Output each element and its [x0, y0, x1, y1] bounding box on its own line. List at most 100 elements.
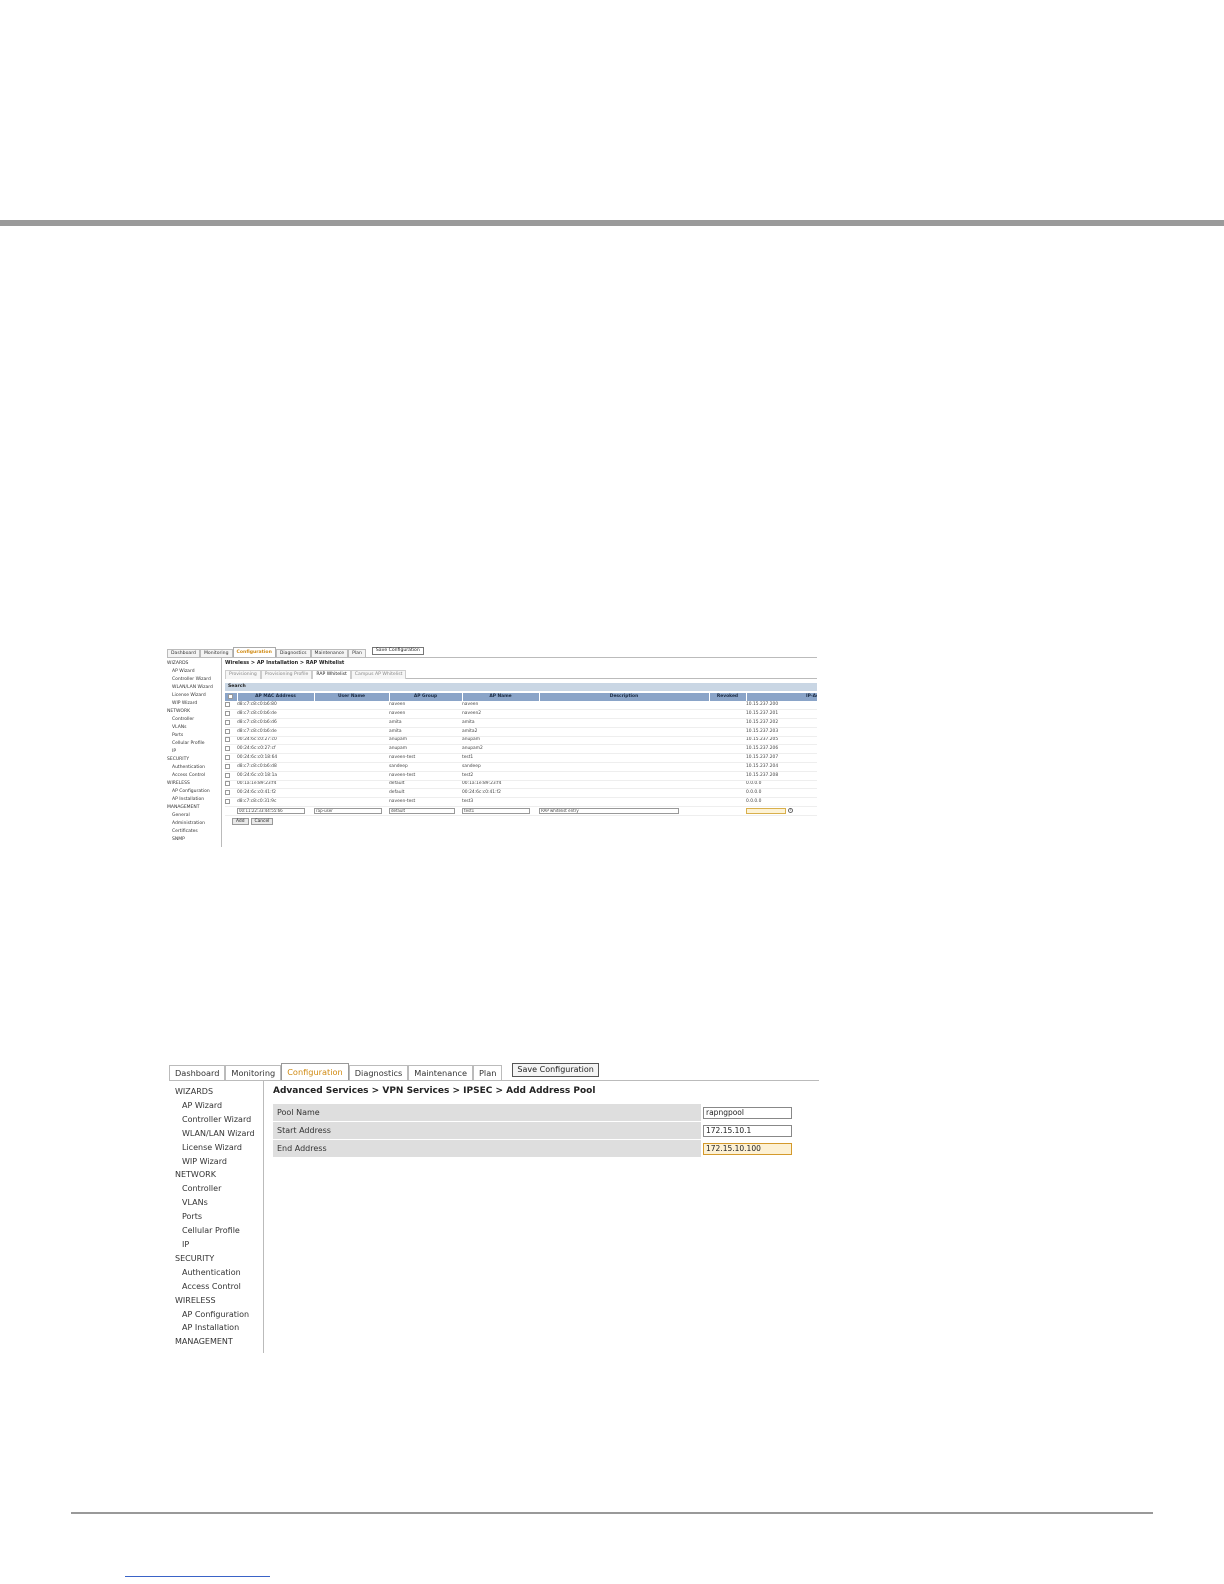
row-checkbox[interactable]: [225, 718, 237, 728]
cancel-button[interactable]: Cancel: [250, 817, 274, 825]
sidebar-item[interactable]: AP Installation: [169, 1321, 263, 1335]
sidebar-item[interactable]: AP Configuration: [169, 1308, 263, 1322]
row-checkbox[interactable]: [225, 727, 237, 737]
table-row: 00:24:6c:c0:41:f2 default 00:24:6c:c0:41:f…: [225, 788, 817, 799]
pool-name-input[interactable]: rapngpool: [703, 1106, 792, 1119]
tab-provisioning[interactable]: Provisioning: [225, 670, 261, 679]
description-input[interactable]: RAP whitelist entry: [539, 807, 679, 814]
row-checkbox[interactable]: [225, 709, 237, 720]
sidebar-section-heading: WIRELESS: [175, 1295, 216, 1305]
row-checkbox[interactable]: [225, 771, 237, 781]
tab-dashboard[interactable]: Dashboard: [167, 649, 200, 657]
sidebar-item[interactable]: AP Wizard: [169, 1099, 263, 1113]
table-cell: [314, 780, 389, 790]
sidebar-section-heading: MANAGEMENT: [167, 805, 200, 810]
tab-plan[interactable]: Plan: [473, 1065, 503, 1080]
sidebar-item[interactable]: Cellular Profile: [169, 1224, 263, 1238]
sidebar-item[interactable]: Controller Wizard: [169, 1113, 263, 1127]
sidebar-item[interactable]: WLAN/LAN Wizard: [169, 1127, 263, 1141]
add-button[interactable]: Add: [232, 817, 249, 825]
tab-campus-ap-whitelist[interactable]: Campus AP Whitelist: [350, 670, 407, 679]
row-checkbox[interactable]: [225, 701, 237, 711]
tab-diagnostics[interactable]: Diagnostics: [348, 1065, 409, 1080]
sidebar-item[interactable]: Ports: [169, 1210, 263, 1224]
sidebar-item[interactable]: SNMP: [167, 836, 221, 844]
table-header-row: AP MAC Address User Name AP Group AP Nam…: [225, 693, 817, 701]
sidebar-item[interactable]: VLANs: [169, 1196, 263, 1210]
select-all-checkbox[interactable]: [225, 693, 238, 701]
row-checkbox[interactable]: [225, 744, 237, 755]
column-header[interactable]: AP Name: [462, 693, 540, 701]
row-checkbox[interactable]: [225, 736, 237, 746]
tab-rap-whitelist[interactable]: RAP Whitelist: [312, 670, 351, 679]
sidebar-item[interactable]: Cellular Profile: [167, 740, 221, 748]
end-address-input[interactable]: 172.15.10.100: [703, 1142, 792, 1155]
row-checkbox[interactable]: [225, 797, 237, 808]
sidebar-item[interactable]: Authentication: [169, 1266, 263, 1280]
tab-monitoring[interactable]: Monitoring: [225, 1065, 282, 1080]
table-cell: naveen-test: [389, 771, 462, 781]
sidebar-item[interactable]: Access Control: [167, 772, 221, 780]
sidebar-item[interactable]: Controller Wizard: [167, 676, 221, 684]
tab-maintenance[interactable]: Maintenance: [310, 649, 349, 657]
table-cell: sandeep: [389, 762, 462, 772]
sidebar-item[interactable]: IP: [169, 1238, 263, 1252]
tab-provisioning-profile[interactable]: Provisioning Profile: [260, 670, 313, 679]
start-address-input[interactable]: 172.15.10.1: [703, 1124, 792, 1137]
sidebar-item[interactable]: IP: [167, 748, 221, 756]
ap-name-input[interactable]: test1: [462, 807, 530, 814]
table-cell: 10.15.237.204: [746, 762, 817, 772]
sidebar-item[interactable]: Certificates: [167, 828, 221, 836]
sidebar-item[interactable]: Authentication: [167, 764, 221, 772]
new-entry-row: 00:11:22:33:44:55:66 rap-user default te…: [225, 806, 817, 816]
sidebar-item[interactable]: WIP Wizard: [167, 700, 221, 708]
column-header[interactable]: IP-Addr: [746, 693, 817, 701]
table-cell: test2: [462, 771, 539, 781]
save-configuration-button[interactable]: Save Configuration: [512, 1063, 599, 1077]
table-cell: 00:24:6c:c0:18:64: [237, 753, 314, 764]
sidebar-item[interactable]: AP Wizard: [167, 668, 221, 676]
user-name-input[interactable]: rap-user: [314, 807, 382, 814]
tab-divider: [167, 657, 817, 658]
column-header[interactable]: Revoked: [709, 693, 747, 701]
sidebar-item[interactable]: Controller: [167, 716, 221, 724]
sidebar-item[interactable]: Access Control: [169, 1280, 263, 1294]
row-checkbox[interactable]: [225, 762, 237, 772]
search-section-header[interactable]: Search: [225, 683, 817, 691]
sidebar-item[interactable]: License Wizard: [167, 692, 221, 700]
tab-dashboard[interactable]: Dashboard: [169, 1065, 226, 1080]
row-checkbox[interactable]: [225, 788, 237, 799]
sidebar-item[interactable]: AP Configuration: [167, 788, 221, 796]
table-cell: [539, 788, 709, 799]
table-cell: naveen: [462, 701, 539, 711]
tab-configuration[interactable]: Configuration: [281, 1063, 349, 1080]
table-cell: [314, 701, 389, 711]
sidebar-item[interactable]: Controller: [169, 1182, 263, 1196]
save-configuration-button[interactable]: Save Configuration: [371, 647, 424, 655]
footer-link-underline[interactable]: [125, 1576, 270, 1577]
sidebar-item[interactable]: General: [167, 812, 221, 820]
column-header[interactable]: AP MAC Address: [237, 693, 315, 701]
row-checkbox[interactable]: [225, 753, 237, 764]
sidebar-item[interactable]: Administration: [167, 820, 221, 828]
sidebar-item[interactable]: AP Installation: [167, 796, 221, 804]
sidebar-item[interactable]: VLANs: [167, 724, 221, 732]
sidebar-item[interactable]: WIP Wizard: [169, 1155, 263, 1169]
tab-maintenance[interactable]: Maintenance: [408, 1065, 473, 1080]
tab-monitoring[interactable]: Monitoring: [199, 649, 233, 657]
column-header[interactable]: Description: [539, 693, 710, 701]
column-header[interactable]: AP Group: [389, 693, 463, 701]
ap-group-select[interactable]: default: [389, 807, 455, 814]
row-checkbox[interactable]: [225, 780, 237, 790]
sidebar-item[interactable]: Ports: [167, 732, 221, 740]
ip-address-input[interactable]: [746, 807, 786, 814]
info-icon[interactable]: i: [788, 808, 793, 813]
sidebar-item[interactable]: WLAN/LAN Wizard: [167, 684, 221, 692]
sidebar-item[interactable]: License Wizard: [169, 1141, 263, 1155]
mac-address-input[interactable]: 00:11:22:33:44:55:66: [237, 807, 305, 814]
tab-diagnostics[interactable]: Diagnostics: [275, 649, 311, 657]
main-panel: Advanced Services > VPN Services > IPSEC…: [273, 1085, 819, 1158]
tab-plan[interactable]: Plan: [348, 649, 366, 657]
column-header[interactable]: User Name: [314, 693, 390, 701]
tab-configuration[interactable]: Configuration: [232, 647, 276, 657]
